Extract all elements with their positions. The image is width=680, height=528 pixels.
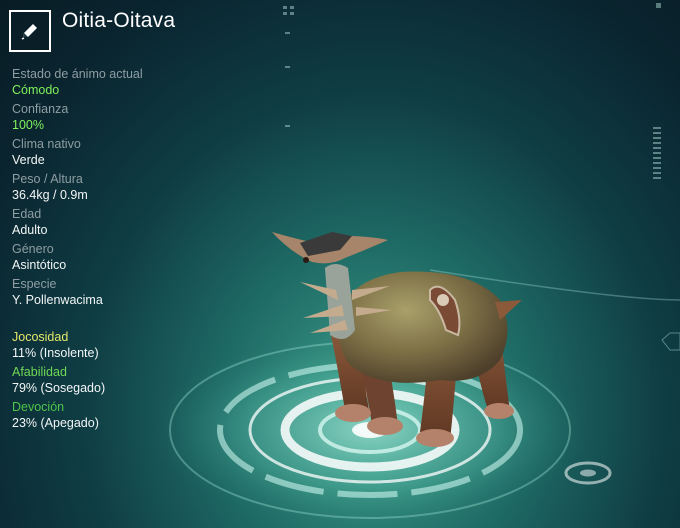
stat-mood: Estado de ánimo actual Cómodo [12,67,242,98]
stat-label: Estado de ánimo actual [12,67,143,81]
stat-value: Adulto [12,223,48,237]
pencil-icon [21,24,37,40]
trait-value: 23% (Apegado) [12,416,99,430]
trait-label: Afabilidad [12,365,67,379]
creature-name: Oitia-Oitava [62,9,176,32]
stat-label: Peso / Altura [12,172,83,186]
stat-weight-height: Peso / Altura 36.4kg / 0.9m [12,172,242,203]
stat-label: Clima nativo [12,137,81,151]
traits-panel: Jocosidad 11% (Insolente) Afabilidad 79%… [12,330,242,435]
stat-value: Y. Pollenwacima [12,293,103,307]
stat-label: Especie [12,277,57,291]
trait-value: 11% (Insolente) [12,346,99,360]
stat-value: 36.4kg / 0.9m [12,188,88,202]
stat-value: Cómodo [12,83,60,97]
trait-value: 79% (Sosegado) [12,381,106,395]
trait-label: Jocosidad [12,330,69,344]
stat-value: 100% [12,118,44,132]
stat-trust: Confianza 100% [12,102,242,133]
trait-devotion: Devoción 23% (Apegado) [12,400,242,431]
stat-value: Verde [12,153,45,167]
trait-label: Devoción [12,400,65,414]
stat-value: Asintótico [12,258,67,272]
trait-friendliness: Afabilidad 79% (Sosegado) [12,365,242,396]
stat-label: Edad [12,207,42,221]
stat-climate: Clima nativo Verde [12,137,242,168]
stat-age: Edad Adulto [12,207,242,238]
stat-label: Confianza [12,102,69,116]
stat-label: Género [12,242,54,256]
stat-gender: Género Asintótico [12,242,242,273]
trait-playfulness: Jocosidad 11% (Insolente) [12,330,242,361]
stats-panel: Estado de ánimo actual Cómodo Confianza … [12,67,242,312]
stat-species: Especie Y. Pollenwacima [12,277,242,308]
edit-name-button[interactable] [9,10,51,52]
